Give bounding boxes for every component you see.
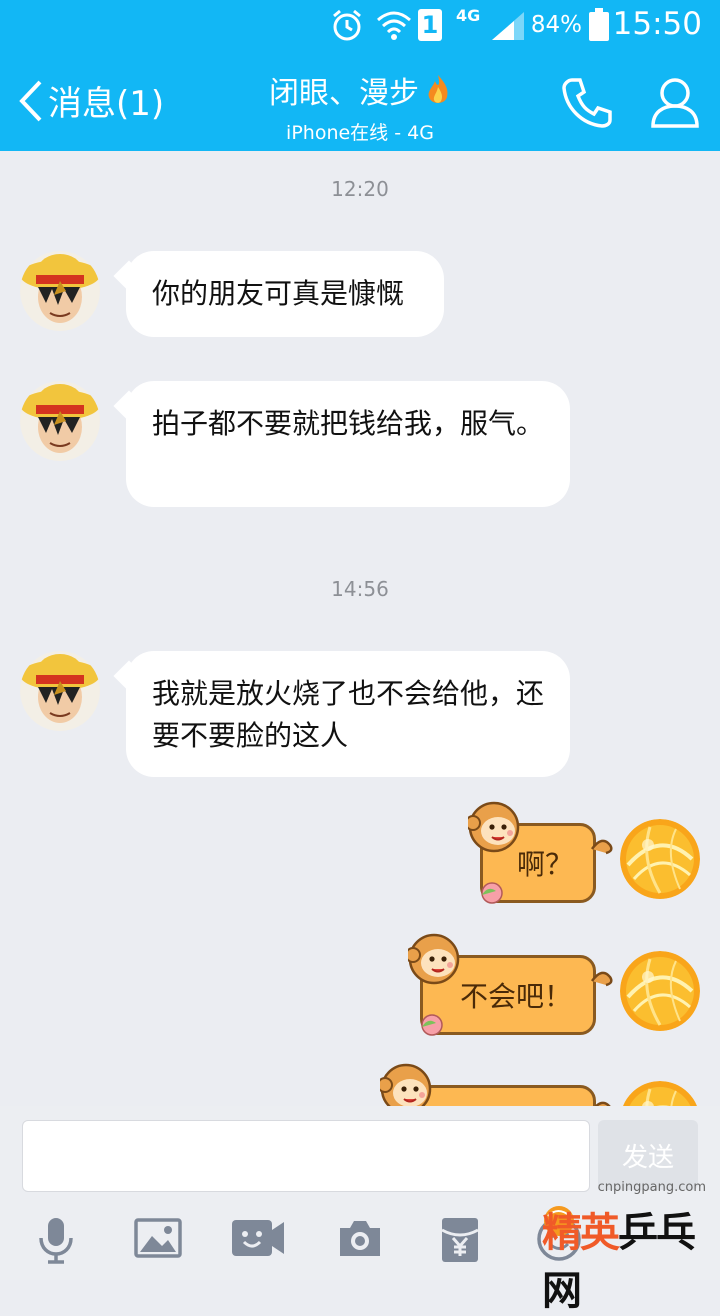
signal-icon <box>492 12 524 40</box>
monkey-sticker-icon <box>468 801 520 853</box>
camera-icon[interactable] <box>336 1216 384 1260</box>
image-icon[interactable] <box>134 1216 182 1260</box>
monkey-sticker-icon <box>408 933 460 985</box>
message-timestamp: 12:20 <box>331 177 389 201</box>
contact-avatar[interactable] <box>20 251 100 331</box>
message-text: 啊？ <box>516 848 573 881</box>
status-bar: 1 4G 84% 15:50 <box>0 0 720 50</box>
monkey-sticker-icon <box>380 1063 432 1106</box>
network-type-label: 4G <box>456 6 481 25</box>
my-avatar[interactable] <box>620 819 700 899</box>
incoming-message-bubble[interactable]: 我就是放火烧了也不会给他，还要不要脸的这人 <box>126 651 570 777</box>
profile-icon[interactable] <box>650 76 700 128</box>
message-text: 拍子都不要就把钱给我，服气。 <box>152 407 545 440</box>
watermark-logo: cnpingpang.com 精英乒乓网 <box>542 1180 712 1314</box>
incoming-message-bubble[interactable]: 拍子都不要就把钱给我，服气。 <box>126 381 570 507</box>
message-timestamp: 14:56 <box>331 577 389 601</box>
clock-time: 15:50 <box>612 6 702 42</box>
sim-card-icon: 1 <box>418 9 442 41</box>
message-text: 我就是放火烧了也不会给他，还要不要脸的这人 <box>152 677 545 752</box>
message-text: 不会吧！ <box>459 980 572 1013</box>
peach-icon <box>481 882 503 904</box>
message-text: 你的朋友可真是慷慨 <box>152 277 405 310</box>
chat-header: 消息(1) 闭眼、漫步 iPhone在线 - 4G <box>0 50 720 151</box>
contact-avatar[interactable] <box>20 651 100 731</box>
watermark-url: cnpingpang.com <box>597 1180 706 1195</box>
wifi-icon <box>377 11 411 40</box>
incoming-message-bubble[interactable]: 你的朋友可真是慷慨 <box>126 251 444 337</box>
phone-icon[interactable] <box>562 76 614 128</box>
peach-icon <box>421 1014 443 1036</box>
contact-name: 闭眼、漫步 <box>269 76 419 111</box>
battery-percent: 84% <box>530 12 582 38</box>
message-list[interactable]: 12:20 你的朋友可真是慷慨 拍子都不要就把钱给我，服气。 14:56 我就是… <box>0 151 720 1106</box>
contact-avatar[interactable] <box>20 381 100 461</box>
alarm-icon <box>333 9 361 41</box>
watermark-brand: 精英乒乓网 <box>542 1210 696 1314</box>
microphone-icon[interactable] <box>36 1216 76 1266</box>
monkey-tail-icon <box>590 971 613 987</box>
monkey-tail-icon <box>590 839 613 855</box>
message-input[interactable] <box>22 1120 590 1192</box>
my-avatar[interactable] <box>620 1081 700 1106</box>
battery-icon <box>589 8 609 41</box>
my-avatar[interactable] <box>620 951 700 1031</box>
red-packet-icon[interactable] <box>440 1216 480 1264</box>
video-call-icon[interactable] <box>230 1216 286 1260</box>
monkey-tail-icon <box>594 1101 611 1106</box>
flame-icon <box>428 75 448 103</box>
